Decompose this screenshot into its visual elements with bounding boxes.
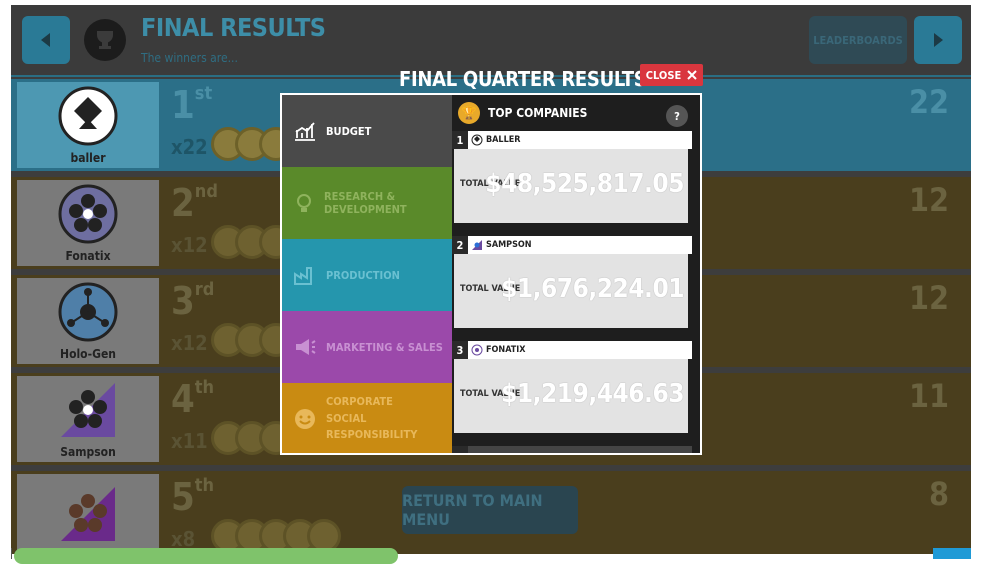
screen-reader-banner[interactable] [14, 548, 398, 564]
page-title: FINAL RESULTS [141, 13, 326, 42]
score: 12 [908, 181, 949, 219]
multiplier: x12 [171, 233, 208, 257]
company-entry-partial [452, 446, 692, 453]
close-label: CLOSE [645, 68, 682, 82]
game-screen: FINAL RESULTS The winners are... LEADERB… [11, 5, 971, 554]
close-button[interactable]: CLOSE [640, 64, 703, 86]
multiplier: x11 [171, 429, 208, 453]
company-logo [17, 474, 159, 554]
flower-triangle-icon [61, 383, 115, 437]
entry-value: $48,525,817.05 [485, 169, 684, 199]
smiley-icon [292, 406, 318, 432]
tab-label: MARKETING & SALES [326, 340, 443, 354]
trophy-icon [84, 19, 126, 61]
company-entry: 3 FONATIX TOTAL VALUE $1,219,446.63 [452, 341, 692, 433]
page-subtitle: The winners are... [141, 51, 238, 65]
company-entry: 2 SAMPSON TOTAL VALUE $1,676,224.01 [452, 236, 692, 328]
company-name: Holo-Gen [60, 347, 116, 361]
arrow-left-icon [41, 33, 50, 47]
flower-icon [58, 184, 118, 244]
score: 8 [928, 475, 949, 513]
score: 22 [908, 83, 949, 121]
entry-company: FONATIX [468, 341, 692, 359]
company-name: Sampson [60, 445, 116, 459]
entry-rank: 2 [452, 236, 468, 254]
flower-triangle-icon [472, 240, 482, 250]
flower-triangle-icon [61, 487, 115, 541]
molecule-icon [58, 282, 118, 342]
leaderboards-button[interactable]: LEADERBOARDS [809, 16, 907, 64]
entry-company: SAMPSON [468, 236, 692, 254]
score: 11 [908, 377, 949, 415]
forward-button[interactable] [914, 16, 962, 64]
corner-button[interactable] [933, 548, 971, 559]
tab-label: CORPORATE SOCIAL RESPONSIBILITY [326, 395, 418, 442]
return-to-main-menu-button[interactable]: RETURN TO MAIN MENU [402, 486, 578, 534]
entry-value-card: TOTAL VALUE $48,525,817.05 [454, 149, 688, 223]
top-companies-panel: 🏆 TOP COMPANIES ? 1 BALLER TOTAL VALUE $… [452, 95, 700, 453]
company-entry: 1 BALLER TOTAL VALUE $48,525,817.05 [452, 131, 692, 223]
panel-header: 🏆 TOP COMPANIES [458, 101, 587, 125]
tab-label: RESEARCH & DEVELOPMENT [324, 190, 407, 216]
chart-icon [292, 118, 318, 144]
company-logo: Fonatix [17, 180, 159, 266]
help-button[interactable]: ? [666, 105, 688, 127]
tab-research-development[interactable]: RESEARCH & DEVELOPMENT [282, 167, 452, 239]
factory-icon [292, 262, 318, 288]
tab-budget[interactable]: BUDGET [282, 95, 452, 167]
modal-title: FINAL QUARTER RESULTS [399, 67, 647, 91]
rank-label: 2nd [171, 181, 218, 225]
tab-label: PRODUCTION [326, 268, 400, 282]
company-logo: Holo-Gen [17, 278, 159, 364]
rank-label: 1st [171, 83, 213, 127]
company-name: baller [70, 151, 106, 165]
rank-label: 4th [171, 377, 215, 421]
trophy-icon: 🏆 [458, 102, 480, 124]
company-logo: Sampson [17, 376, 159, 462]
rank-label: 3rd [171, 279, 215, 323]
entry-value-card: TOTAL VALUE $1,219,446.63 [454, 359, 688, 433]
entry-company: BALLER [468, 131, 692, 149]
flower-icon [471, 344, 483, 356]
arrow-right-icon [934, 33, 943, 47]
spade-diamond-icon [471, 134, 483, 146]
score: 12 [908, 279, 949, 317]
spade-diamond-icon [58, 86, 118, 146]
tab-corporate-social-responsibility[interactable]: CORPORATE SOCIAL RESPONSIBILITY [282, 383, 452, 453]
company-name: Fonatix [65, 249, 111, 263]
multiplier: x12 [171, 331, 208, 355]
panel-title: TOP COMPANIES [488, 106, 588, 120]
close-icon [687, 70, 697, 80]
rank-label: 5th [171, 475, 215, 519]
divider [11, 548, 12, 559]
tab-production[interactable]: PRODUCTION [282, 239, 452, 311]
entry-value: $1,219,446.63 [501, 379, 684, 409]
category-tabs: BUDGET RESEARCH & DEVELOPMENT PRODUCTION… [282, 95, 452, 453]
back-button[interactable] [22, 16, 70, 64]
tab-label: BUDGET [326, 124, 372, 138]
entry-value-card: TOTAL VALUE $1,676,224.01 [454, 254, 688, 328]
megaphone-icon [292, 334, 318, 360]
entry-rank: 3 [452, 341, 468, 359]
lightbulb-icon [292, 190, 316, 216]
company-logo: baller [17, 82, 159, 168]
tab-marketing-sales[interactable]: MARKETING & SALES [282, 311, 452, 383]
entry-rank: 1 [452, 131, 468, 149]
results-modal: BUDGET RESEARCH & DEVELOPMENT PRODUCTION… [280, 93, 702, 455]
entry-value: $1,676,224.01 [501, 274, 684, 304]
multiplier: x22 [171, 135, 208, 159]
